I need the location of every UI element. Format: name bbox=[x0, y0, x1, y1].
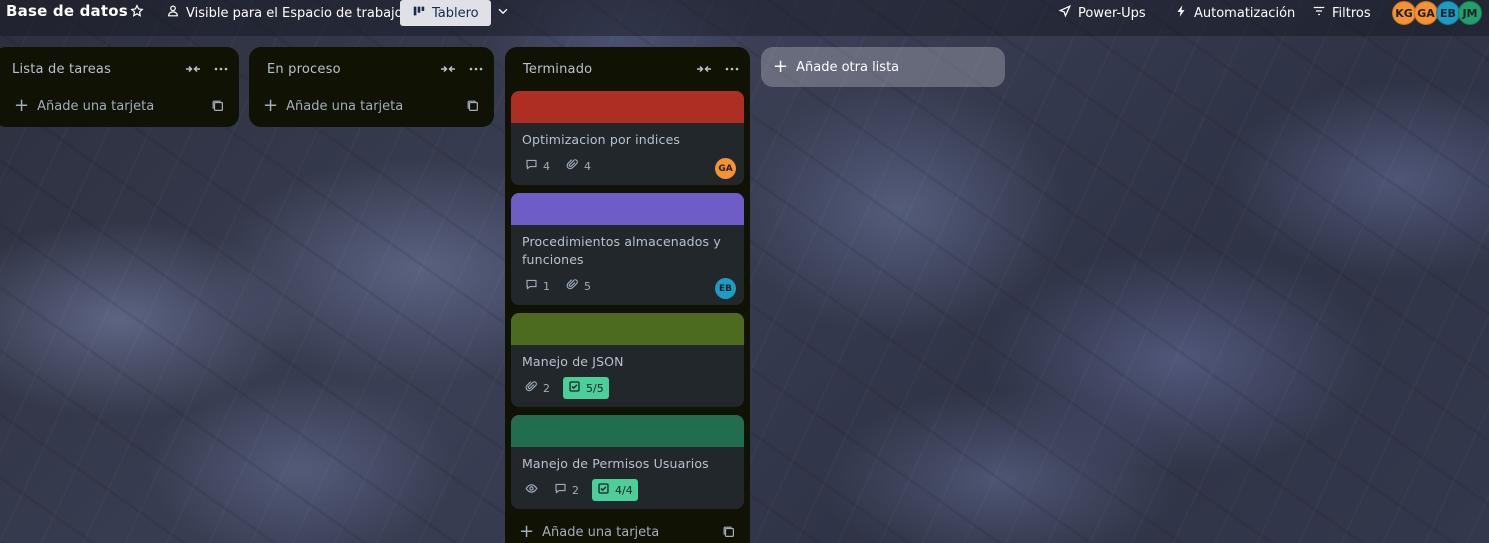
list-title[interactable]: En proceso bbox=[267, 62, 341, 77]
automation-label: Automatización bbox=[1194, 5, 1296, 21]
board-view-tab[interactable]: Tablero bbox=[400, 0, 491, 26]
card-cover bbox=[511, 415, 744, 447]
add-card-label: Añade una tarjeta bbox=[286, 98, 404, 114]
add-card-button[interactable]: + Añade una tarjeta bbox=[253, 91, 490, 121]
collapse-icon[interactable] bbox=[696, 61, 712, 81]
watching-badge bbox=[522, 482, 541, 498]
comments-badge: 1 bbox=[522, 278, 553, 294]
add-card-label: Añade una tarjeta bbox=[542, 524, 660, 540]
visibility-label: Visible para el Espacio de trabajo bbox=[186, 5, 403, 21]
card-cover bbox=[511, 193, 744, 225]
plus-icon: + bbox=[773, 56, 789, 77]
add-list-button[interactable]: + Añade otra lista bbox=[761, 47, 1005, 87]
list-header: En proceso bbox=[249, 47, 494, 91]
paperclip-icon bbox=[525, 380, 538, 396]
powerups-button[interactable]: Power-Ups bbox=[1052, 0, 1152, 26]
checkbox-icon bbox=[568, 380, 581, 396]
card-title: Manejo de JSON bbox=[522, 354, 624, 369]
attachments-badge: 2 bbox=[522, 380, 553, 396]
list-lista-de-tareas: Lista de tareas + Añade una tarjeta bbox=[0, 47, 239, 127]
card-cover bbox=[511, 91, 744, 123]
eye-icon bbox=[525, 482, 538, 498]
avatar[interactable]: GA bbox=[1414, 1, 1438, 25]
card-title: Optimizacion por indices bbox=[522, 132, 681, 147]
board-members: KG GA EB JM bbox=[1392, 1, 1482, 25]
list-title[interactable]: Lista de tareas bbox=[12, 62, 111, 77]
board-header: Base de datos Visible para el Espacio de… bbox=[0, 0, 1489, 36]
more-icon[interactable] bbox=[213, 61, 229, 81]
filters-button[interactable]: Filtros bbox=[1306, 0, 1377, 26]
more-icon[interactable] bbox=[468, 61, 484, 81]
list-terminado: Terminado Optimizacion por indices 4 4 G… bbox=[505, 47, 750, 543]
board-view-label: Tablero bbox=[432, 5, 479, 21]
automation-button[interactable]: Automatización bbox=[1168, 0, 1301, 26]
paperclip-icon bbox=[566, 278, 579, 294]
add-card-label: Añade una tarjeta bbox=[37, 98, 155, 114]
card-cover bbox=[511, 313, 744, 345]
chevron-down-icon bbox=[496, 4, 510, 22]
visibility-button[interactable]: Visible para el Espacio de trabajo bbox=[160, 0, 409, 26]
comments-badge: 2 bbox=[551, 482, 582, 498]
comments-badge: 4 bbox=[522, 158, 553, 174]
list-header: Lista de tareas bbox=[0, 47, 239, 91]
filters-label: Filtros bbox=[1332, 5, 1371, 21]
attachments-badge: 5 bbox=[563, 278, 594, 294]
card-manejo-de-json[interactable]: Manejo de JSON 2 5/5 bbox=[511, 313, 744, 407]
add-list-label: Añade otra lista bbox=[796, 59, 900, 75]
avatar[interactable]: KG bbox=[1392, 1, 1416, 25]
avatar[interactable]: EB bbox=[1436, 1, 1460, 25]
collapse-icon[interactable] bbox=[185, 61, 201, 81]
plus-icon: + bbox=[263, 95, 279, 116]
star-icon bbox=[130, 4, 144, 22]
rocket-icon bbox=[1058, 4, 1072, 22]
plus-icon: + bbox=[14, 95, 30, 116]
template-icon[interactable] bbox=[466, 99, 480, 117]
comment-icon bbox=[554, 482, 567, 498]
plus-icon: + bbox=[519, 521, 535, 542]
card-manejo-de-permisos-usuarios[interactable]: Manejo de Permisos Usuarios 2 4/4 bbox=[511, 415, 744, 509]
checkbox-icon bbox=[597, 482, 610, 498]
attachments-badge: 4 bbox=[563, 158, 594, 174]
card-title: Manejo de Permisos Usuarios bbox=[522, 456, 709, 471]
star-button[interactable] bbox=[124, 0, 150, 26]
comment-icon bbox=[525, 158, 538, 174]
list-header: Terminado bbox=[505, 47, 750, 91]
card-procedimientos-almacenados[interactable]: Procedimientos almacenados y funciones 1… bbox=[511, 193, 744, 305]
list-en-proceso: En proceso + Añade una tarjeta bbox=[249, 47, 494, 127]
paperclip-icon bbox=[566, 158, 579, 174]
avatar[interactable]: EB bbox=[715, 278, 736, 299]
views-dropdown-button[interactable] bbox=[490, 0, 516, 26]
template-icon[interactable] bbox=[722, 525, 736, 543]
add-card-button[interactable]: + Añade una tarjeta bbox=[0, 91, 235, 121]
collapse-icon[interactable] bbox=[440, 61, 456, 81]
lightning-icon bbox=[1174, 4, 1188, 22]
people-icon bbox=[166, 4, 180, 22]
board-view-icon bbox=[412, 4, 426, 22]
more-icon[interactable] bbox=[724, 61, 740, 81]
card-title: Procedimientos almacenados y funciones bbox=[522, 234, 721, 267]
board-title[interactable]: Base de datos bbox=[6, 2, 128, 20]
card-optimizacion-por-indices[interactable]: Optimizacion por indices 4 4 GA bbox=[511, 91, 744, 185]
checklist-badge: 5/5 bbox=[563, 377, 609, 399]
checklist-badge: 4/4 bbox=[592, 479, 638, 501]
list-title[interactable]: Terminado bbox=[523, 62, 592, 77]
add-card-button[interactable]: + Añade una tarjeta bbox=[509, 517, 746, 543]
powerups-label: Power-Ups bbox=[1078, 5, 1146, 21]
template-icon[interactable] bbox=[211, 99, 225, 117]
comment-icon bbox=[525, 278, 538, 294]
avatar[interactable]: JM bbox=[1458, 1, 1482, 25]
filter-icon bbox=[1312, 4, 1326, 22]
avatar[interactable]: GA bbox=[715, 158, 736, 179]
